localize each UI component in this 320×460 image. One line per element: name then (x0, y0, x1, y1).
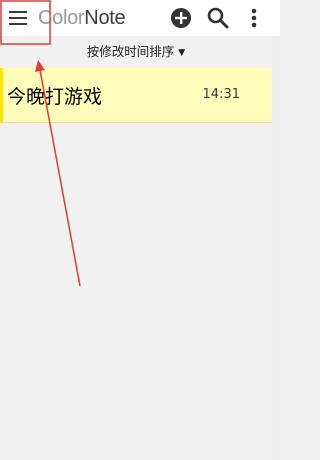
menu-button[interactable] (0, 0, 36, 36)
search-button[interactable] (205, 5, 231, 31)
note-title: 今晚打游戏 (7, 86, 103, 108)
app-title: ColorNote (38, 4, 126, 32)
scrollbar-track (272, 36, 280, 460)
note-time: 14:31 (202, 87, 240, 102)
sort-dropdown[interactable]: 按修改时间排序 ▼ (0, 40, 272, 64)
search-icon (207, 7, 229, 29)
top-app-bar: ColorNote (0, 0, 280, 36)
add-note-button[interactable] (169, 6, 193, 30)
plus-circle-icon (171, 8, 191, 28)
hamburger-menu-icon (9, 11, 27, 25)
app-title-note: Note (84, 7, 126, 29)
note-list-item[interactable]: 今晚打游戏 14:31 (0, 68, 272, 122)
sort-label: 按修改时间排序 (86, 44, 175, 59)
app-title-color: Color (38, 7, 85, 29)
more-vertical-icon (251, 8, 257, 28)
more-options-button[interactable] (243, 5, 265, 31)
dropdown-caret-icon: ▼ (178, 48, 186, 58)
